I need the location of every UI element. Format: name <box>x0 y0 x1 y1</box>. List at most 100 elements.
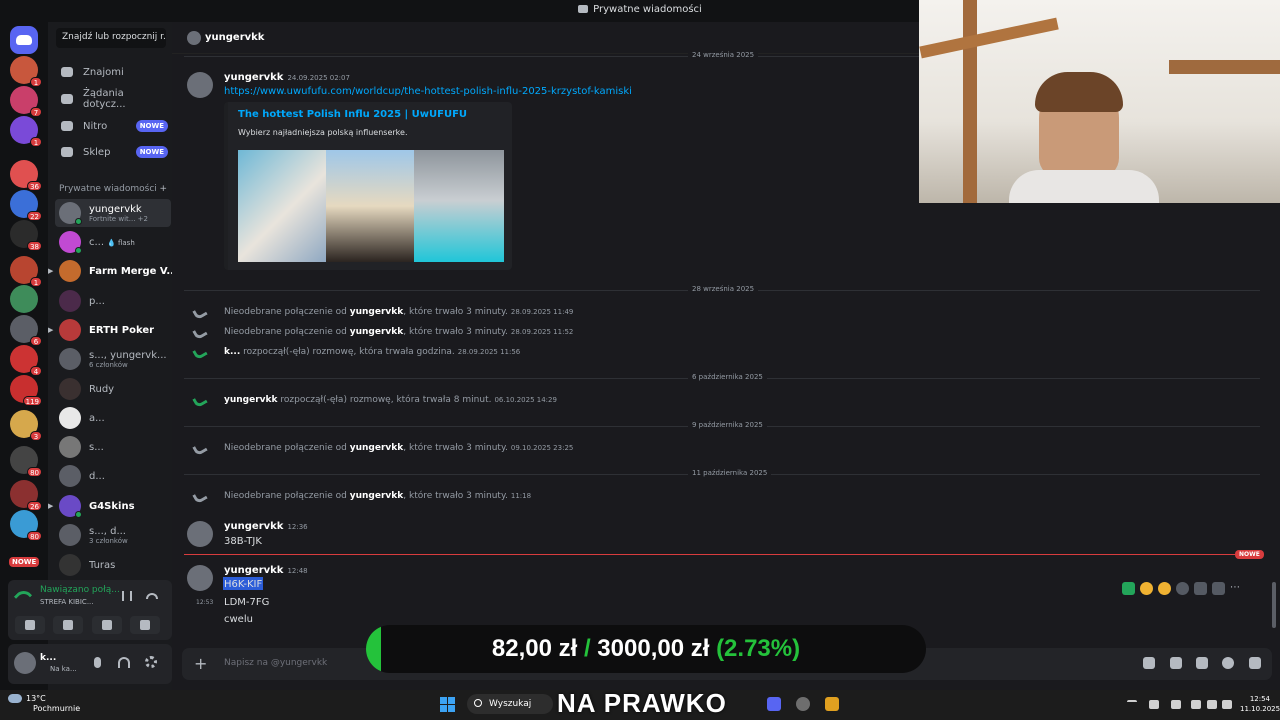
screen-share-button[interactable] <box>53 616 83 634</box>
emoji-icon[interactable] <box>1222 657 1234 669</box>
settings-gear-icon[interactable] <box>145 656 157 668</box>
dm-item[interactable]: s..., yungervk... 6 członków <box>55 345 171 373</box>
embed-title[interactable]: The hottest Polish Influ 2025 | UwUFUFU <box>238 109 467 120</box>
disconnect-icon[interactable] <box>146 593 158 599</box>
attach-plus-icon[interactable]: + <box>194 654 207 673</box>
message-link[interactable]: https://www.uwufufu.com/worldcup/the-hot… <box>224 86 632 97</box>
new-dm-icon[interactable]: + <box>159 184 167 194</box>
server-icon[interactable]: 26 <box>10 480 42 511</box>
headphones-icon[interactable] <box>118 657 130 668</box>
dm-item[interactable]: Rudy <box>55 375 171 403</box>
server-icon[interactable]: 1 <box>10 116 42 147</box>
sticker-icon[interactable] <box>1196 657 1208 669</box>
server-icon[interactable]: 38 <box>10 220 42 251</box>
composer-input[interactable]: Napisz na @yungervkk <box>224 658 327 668</box>
dm-item[interactable]: c... 💧 flash <box>55 228 171 256</box>
network-off-icon[interactable] <box>1149 700 1159 709</box>
soundboard-button[interactable] <box>130 616 160 634</box>
more-icon[interactable]: ⋯ <box>1230 582 1244 595</box>
dm-item[interactable]: a... <box>55 404 171 432</box>
server-icon[interactable]: 4 <box>10 345 42 376</box>
call-user[interactable]: yungervkk <box>350 443 404 453</box>
server-badge: 38 <box>27 241 42 251</box>
embed-image-1[interactable] <box>238 150 326 262</box>
call-user[interactable]: yungervkk <box>224 395 278 405</box>
search-input[interactable]: Znajdź lub rozpocznij r... <box>56 28 166 48</box>
server-icon[interactable]: 1 <box>10 256 42 287</box>
emoji-reaction-icon[interactable] <box>1140 581 1153 595</box>
dm-item[interactable]: s..., d... 3 członków <box>55 521 171 549</box>
author-name[interactable]: yungervkk <box>224 565 283 576</box>
message-author[interactable]: yungervkk 12:48 <box>224 565 308 576</box>
server-icon[interactable]: 80 <box>10 446 42 477</box>
home-button[interactable] <box>10 26 38 54</box>
message-author[interactable]: yungervkk 12:36 <box>224 521 308 532</box>
microphone-icon[interactable] <box>94 657 101 668</box>
apps-icon[interactable] <box>1249 657 1261 669</box>
dm-item[interactable]: G4Skins <box>55 492 171 520</box>
message-avatar[interactable] <box>187 565 213 591</box>
app-taskbar-icon[interactable] <box>796 697 810 711</box>
server-icon[interactable]: 36 <box>10 160 42 191</box>
gif-icon[interactable] <box>1170 657 1182 669</box>
nav-item-sklep[interactable]: Sklep NOWE <box>56 141 168 163</box>
voice-channel[interactable]: STREFA KIBIC... <box>40 598 94 606</box>
dm-item[interactable]: s... <box>55 433 171 461</box>
expand-chevron-icon[interactable]: ▶ <box>48 267 53 275</box>
mic-tray-icon[interactable] <box>1171 700 1181 709</box>
dm-item[interactable]: Farm Merge V... <box>55 257 178 285</box>
hand-reaction-icon[interactable] <box>1158 581 1171 595</box>
server-icon[interactable]: 22 <box>10 190 42 221</box>
embed-image-3[interactable] <box>414 150 504 262</box>
add-reaction-icon[interactable] <box>1176 581 1189 595</box>
message-avatar[interactable] <box>187 72 213 98</box>
recipient-avatar[interactable] <box>187 31 201 45</box>
embed-image-2[interactable] <box>326 150 414 262</box>
author-name[interactable]: yungervkk <box>224 521 283 532</box>
call-user[interactable]: k... <box>224 347 240 357</box>
nav-item-znajomi[interactable]: Znajomi <box>56 61 168 83</box>
tray-chevron-icon[interactable] <box>1127 700 1137 709</box>
call-user[interactable]: yungervkk <box>350 491 404 501</box>
camera-button[interactable] <box>15 616 45 634</box>
dm-item[interactable]: Turas <box>55 551 171 579</box>
server-icon[interactable]: 80 <box>10 510 42 541</box>
call-user[interactable]: yungervkk <box>350 327 404 337</box>
volume-icon[interactable] <box>1222 700 1232 709</box>
start-button[interactable] <box>440 697 455 712</box>
noise-icon[interactable] <box>122 591 132 601</box>
recipient-name[interactable]: yungervkk <box>205 32 264 43</box>
display-tray-icon[interactable] <box>1191 700 1201 709</box>
user-avatar[interactable] <box>14 652 36 674</box>
nav-item-nitro[interactable]: Nitro NOWE <box>56 115 168 137</box>
dm-item[interactable]: ERTH Poker <box>55 316 171 344</box>
dm-item[interactable]: d... <box>55 462 171 490</box>
expand-chevron-icon[interactable]: ▶ <box>48 502 53 510</box>
call-user[interactable]: yungervkk <box>350 307 404 317</box>
nav-item-daniadotyc[interactable]: Żądania dotycz... <box>56 88 168 110</box>
server-icon[interactable]: 7 <box>10 86 42 117</box>
server-icon[interactable]: 119 <box>10 375 42 406</box>
check-reaction-icon[interactable] <box>1122 581 1135 595</box>
server-icon[interactable]: 3 <box>10 410 42 441</box>
message-author[interactable]: yungervkk 24.09.2025 02:07 <box>224 72 350 83</box>
clock[interactable]: 12:54 11.10.2025 <box>1240 694 1280 714</box>
server-icon[interactable]: 1 <box>10 56 42 87</box>
message-avatar[interactable] <box>187 521 213 547</box>
wifi-icon[interactable] <box>1207 700 1217 709</box>
reply-icon[interactable] <box>1194 581 1207 595</box>
expand-chevron-icon[interactable]: ▶ <box>48 326 53 334</box>
gift-icon[interactable] <box>1143 657 1155 669</box>
weather-widget[interactable]: 13°C Pochmurnie <box>8 694 80 714</box>
discord-taskbar-icon[interactable] <box>767 697 781 711</box>
chat-scrollbar[interactable] <box>1272 582 1276 628</box>
app2-taskbar-icon[interactable] <box>825 697 839 711</box>
server-icon[interactable] <box>10 285 38 313</box>
author-name[interactable]: yungervkk <box>224 72 283 83</box>
activity-button[interactable] <box>92 616 122 634</box>
taskbar-search[interactable]: Wyszukaj <box>467 694 553 714</box>
forward-icon[interactable] <box>1212 581 1225 595</box>
dm-item[interactable]: p... <box>55 287 171 315</box>
dm-item[interactable]: yungervkk Fortnite wit... +2 <box>55 199 171 227</box>
server-icon[interactable]: 6 <box>10 315 42 346</box>
